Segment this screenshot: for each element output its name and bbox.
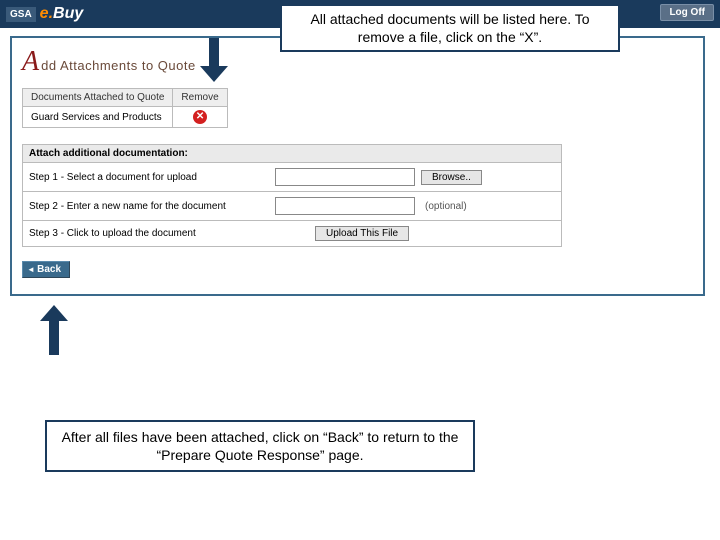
logoff-button[interactable]: Log Off — [660, 4, 714, 21]
upload-step-1: Step 1 - Select a document for upload Br… — [22, 163, 562, 192]
upload-step-3: Step 3 - Click to upload the document Up… — [22, 221, 562, 247]
logo-rest: Buy — [53, 5, 83, 22]
logo-e: e. — [40, 5, 53, 22]
step2-optional: (optional) — [425, 201, 467, 212]
ebuy-logo: e.Buy — [40, 5, 84, 23]
callout-top: All attached documents will be listed he… — [280, 4, 620, 52]
file-path-input[interactable] — [275, 168, 415, 186]
callout-bottom: After all files have been attached, clic… — [45, 420, 475, 472]
back-button[interactable]: Back — [22, 261, 70, 278]
upload-header: Attach additional documentation: — [22, 144, 562, 163]
upload-file-button[interactable]: Upload This File — [315, 226, 409, 241]
title-text: dd Attachments to Quote — [41, 58, 196, 73]
upload-block: Attach additional documentation: Step 1 … — [22, 144, 562, 247]
step1-label: Step 1 - Select a document for upload — [29, 172, 269, 183]
browse-button[interactable]: Browse.. — [421, 170, 482, 185]
document-name-input[interactable] — [275, 197, 415, 215]
title-capital-a: A — [22, 46, 39, 78]
main-panel: A dd Attachments to Quote Documents Atta… — [10, 36, 705, 296]
upload-step-2: Step 2 - Enter a new name for the docume… — [22, 192, 562, 221]
remove-icon[interactable]: ✕ — [193, 110, 207, 124]
col-remove: Remove — [173, 89, 227, 107]
attachment-name: Guard Services and Products — [23, 107, 173, 128]
table-row: Guard Services and Products ✕ — [23, 107, 228, 128]
step2-label: Step 2 - Enter a new name for the docume… — [29, 201, 269, 212]
step3-label: Step 3 - Click to upload the document — [29, 228, 269, 239]
gsa-badge: GSA — [6, 7, 36, 22]
attachments-table: Documents Attached to Quote Remove Guard… — [22, 88, 228, 128]
col-documents: Documents Attached to Quote — [23, 89, 173, 107]
